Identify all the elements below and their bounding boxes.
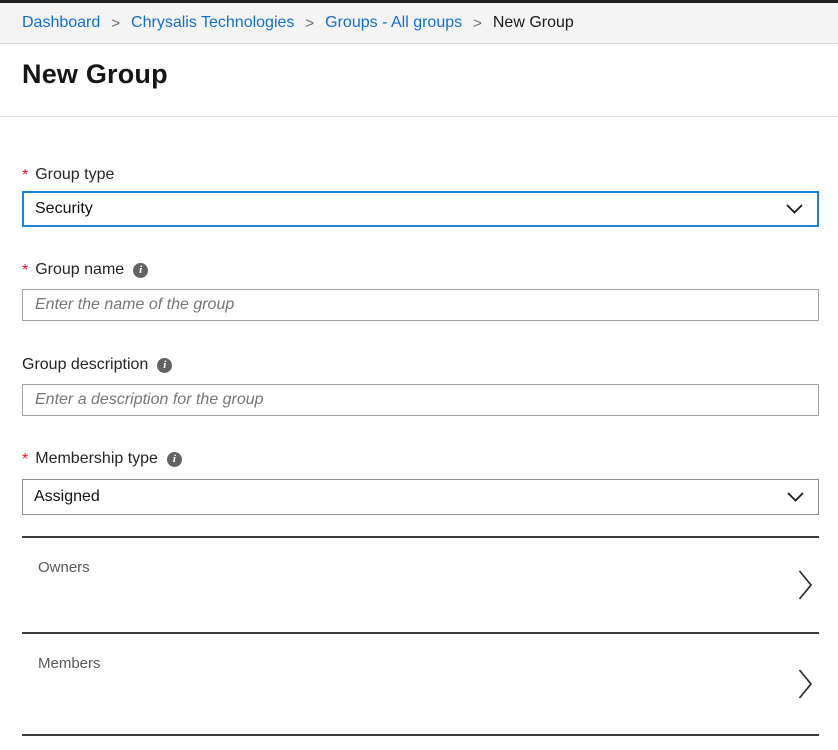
- breadcrumb-current-page: New Group: [493, 14, 574, 32]
- chevron-down-icon: [786, 204, 803, 214]
- breadcrumb-separator: >: [111, 15, 120, 32]
- chevron-right-icon: [798, 668, 813, 700]
- group-type-label-text: Group type: [35, 165, 114, 185]
- group-description-label-text: Group description: [22, 355, 148, 375]
- group-description-input[interactable]: [22, 384, 819, 416]
- new-group-form: * Group type Security * Group name i Gro…: [0, 165, 838, 736]
- picker-sections: Owners Members: [22, 536, 819, 736]
- membership-type-select[interactable]: Assigned: [22, 479, 819, 515]
- breadcrumb-link-directory[interactable]: Chrysalis Technologies: [131, 14, 294, 32]
- required-asterisk: *: [22, 166, 28, 186]
- members-row[interactable]: Members: [22, 634, 819, 734]
- membership-type-label: * Membership type i: [22, 449, 819, 469]
- breadcrumb-link-dashboard[interactable]: Dashboard: [22, 14, 100, 32]
- owners-row[interactable]: Owners: [22, 538, 819, 632]
- required-asterisk: *: [22, 450, 28, 470]
- group-type-label: * Group type: [22, 165, 819, 185]
- info-icon[interactable]: i: [133, 263, 148, 278]
- breadcrumb-link-groups[interactable]: Groups - All groups: [325, 14, 462, 32]
- chevron-right-icon: [798, 569, 813, 601]
- membership-type-label-text: Membership type: [35, 449, 158, 469]
- group-name-input[interactable]: [22, 289, 819, 321]
- info-icon[interactable]: i: [167, 452, 182, 467]
- breadcrumb-separator: >: [473, 15, 482, 32]
- members-label: Members: [38, 655, 101, 672]
- info-icon[interactable]: i: [157, 358, 172, 373]
- required-asterisk: *: [22, 261, 28, 281]
- membership-type-selected-value: Assigned: [34, 488, 100, 506]
- owners-label: Owners: [38, 559, 90, 576]
- group-name-label-text: Group name: [35, 260, 124, 280]
- group-name-label: * Group name i: [22, 260, 819, 280]
- page-title: New Group: [22, 58, 838, 90]
- breadcrumb: Dashboard > Chrysalis Technologies > Gro…: [0, 3, 838, 44]
- group-description-label: Group description i: [22, 355, 819, 375]
- group-type-select[interactable]: Security: [22, 191, 819, 227]
- chevron-down-icon: [787, 492, 804, 502]
- section-divider: [22, 734, 819, 736]
- title-divider: [0, 116, 838, 117]
- breadcrumb-separator: >: [305, 15, 314, 32]
- group-type-selected-value: Security: [35, 200, 93, 218]
